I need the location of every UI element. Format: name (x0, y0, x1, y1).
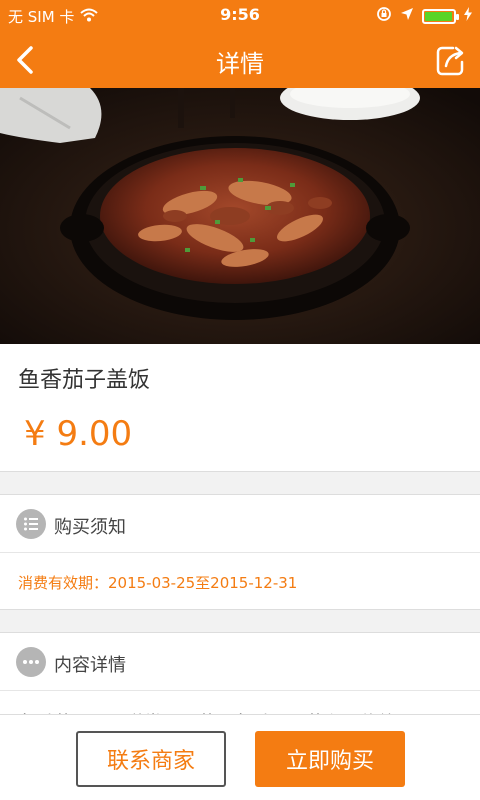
bottom-action-bar: 联系商家 立即购买 (0, 714, 480, 800)
contact-merchant-button[interactable]: 联系商家 (76, 731, 226, 787)
page-title: 详情 (216, 50, 264, 78)
purchase-notes-title: 购买须知 (54, 517, 126, 538)
product-info-card: 鱼香茄子盖饭 ¥ 9.00 (0, 344, 480, 472)
product-name: 鱼香茄子盖饭 (18, 368, 151, 393)
validity-period: 消费有效期：2015-03-25至2015-12-31 (18, 574, 298, 592)
dish-illustration (0, 88, 480, 344)
purchase-notes-section: 购买须知 消费有效期：2015-03-25至2015-12-31 (0, 494, 480, 610)
purchase-notes-header: 购买须知 (0, 495, 480, 553)
share-button[interactable] (430, 40, 470, 80)
more-icon (16, 647, 46, 677)
product-price: ¥ 9.00 (24, 414, 133, 454)
content-details-title: 内容详情 (54, 655, 126, 676)
battery-icon (422, 8, 459, 24)
status-right (376, 6, 472, 26)
dish-photo (0, 88, 480, 344)
status-bar: 无 SIM 卡 9:56 (0, 0, 480, 30)
nav-bar: 详情 (0, 30, 480, 88)
battery-fill (425, 11, 452, 21)
content-details-header: 内容详情 (0, 633, 480, 691)
rotation-lock-icon (376, 6, 392, 26)
location-icon (400, 7, 414, 25)
share-icon (436, 46, 464, 76)
charging-icon (464, 7, 472, 25)
list-icon (16, 509, 46, 539)
buy-now-button[interactable]: 立即购买 (255, 731, 405, 787)
detail-screen: 无 SIM 卡 9:56 详情 鱼香茄子盖饭 ¥ 9.00 购买须知 消费有效期… (0, 0, 480, 800)
